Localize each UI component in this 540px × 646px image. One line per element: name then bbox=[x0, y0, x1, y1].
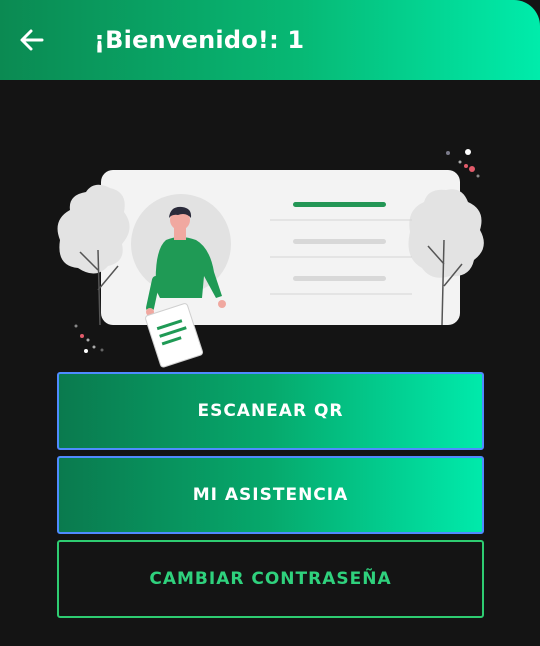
confetti-bottom bbox=[74, 324, 104, 353]
person-profile-illustration bbox=[57, 149, 484, 368]
my-attendance-button[interactable]: MI ASISTENCIA bbox=[57, 456, 484, 534]
scan-qr-button[interactable]: ESCANEAR QR bbox=[57, 372, 484, 450]
back-button[interactable] bbox=[14, 22, 50, 58]
arrow-left-icon bbox=[20, 29, 44, 51]
app-bar: ¡Bienvenido!: 1 bbox=[0, 0, 540, 80]
change-password-button[interactable]: CAMBIAR CONTRASEÑA bbox=[57, 540, 484, 618]
page-title: ¡Bienvenido!: 1 bbox=[94, 26, 305, 54]
